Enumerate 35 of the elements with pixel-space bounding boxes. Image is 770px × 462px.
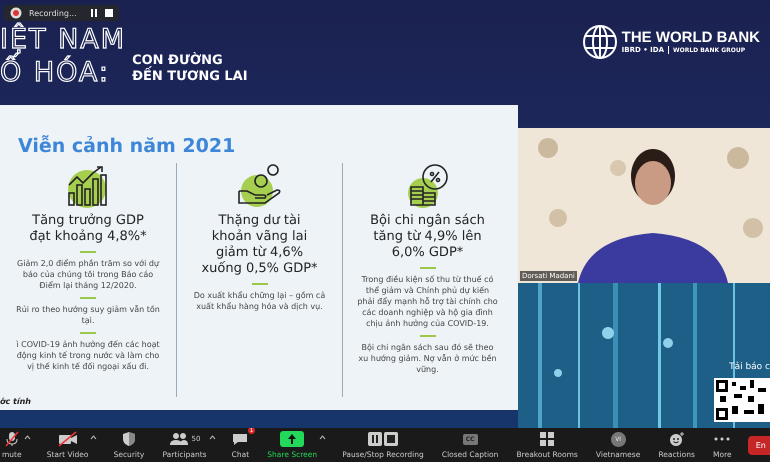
event-subtitle: ĐẾN TƯƠNG LAI: [132, 68, 248, 84]
end-button[interactable]: En: [748, 436, 770, 454]
stat-description: Do xuất khẩu chững lại – gồm cả xuất khẩu hàng hóa và dịch vụ.: [192, 290, 326, 312]
logo-name: THE WORLD BANK: [622, 29, 760, 46]
record-icon: [10, 7, 22, 19]
chat-icon: [232, 432, 248, 446]
stat-description: Rủi ro theo hướng suy giảm vẫn tồn tại.: [15, 304, 161, 326]
caret-icon[interactable]: [24, 435, 31, 440]
stop-icon[interactable]: [104, 9, 113, 17]
caret-icon[interactable]: [90, 435, 98, 440]
footnote: ớc tính: [0, 397, 32, 406]
stat-title: Thặng dư tài khoản vãng lai giảm từ 4,6% xuống 0,5% GDP*: [200, 213, 319, 277]
grid-icon: [540, 432, 554, 446]
people-icon: [168, 432, 189, 446]
pause-icon[interactable]: [90, 9, 98, 17]
stat-description: Bội chi ngân sách sau đó sẽ theo xu hướng giảm. Nợ vẫn ở mức bền vững.: [357, 342, 498, 375]
smiley-icon: [668, 431, 685, 447]
event-title: IỆT NAM: [0, 22, 126, 54]
event-subtitle: CON ĐƯỜNG: [132, 52, 224, 68]
caret-icon[interactable]: [208, 435, 216, 440]
pause-stop-icon: [368, 432, 398, 446]
more-icon: [714, 437, 730, 441]
stat-title: Tăng trưởng GDP đạt khoảng 4,8%*: [28, 213, 148, 245]
caption-text: Tải báo c: [729, 362, 770, 372]
qr-code-icon: [714, 378, 770, 422]
stat-description: ì COVID-19 ảnh hưởng đến các hoạt động kinh tế trong nước và làm cho vị thế kinh tế đối ngoại xấu đi.: [15, 339, 161, 372]
stat-title: Bội chi ngân sách tăng từ 4,9% lên 6,0% GDP*: [369, 213, 486, 261]
shield-icon: [122, 431, 136, 447]
recording-label: Recording...: [29, 8, 77, 18]
stat-description: Giảm 2,0 điểm phần trăm so với dự báo của chúng tôi trong Báo cáo Điểm lại tháng 12/2020.: [16, 258, 160, 291]
stat-description: Trong điều kiện số thu từ thuế có thể giảm và Chính phủ dự kiến phải đẩy mạnh hỗ trợ tài chính cho các doanh nghiệp và hộ gia đình chịu ảnh hưởng của COVID-19.: [356, 274, 499, 329]
caret-icon[interactable]: [319, 435, 326, 440]
slide-heading: Viễn cảnh năm 2021: [17, 135, 236, 157]
share-screen-icon: [280, 431, 304, 447]
globe-icon: [582, 24, 618, 60]
